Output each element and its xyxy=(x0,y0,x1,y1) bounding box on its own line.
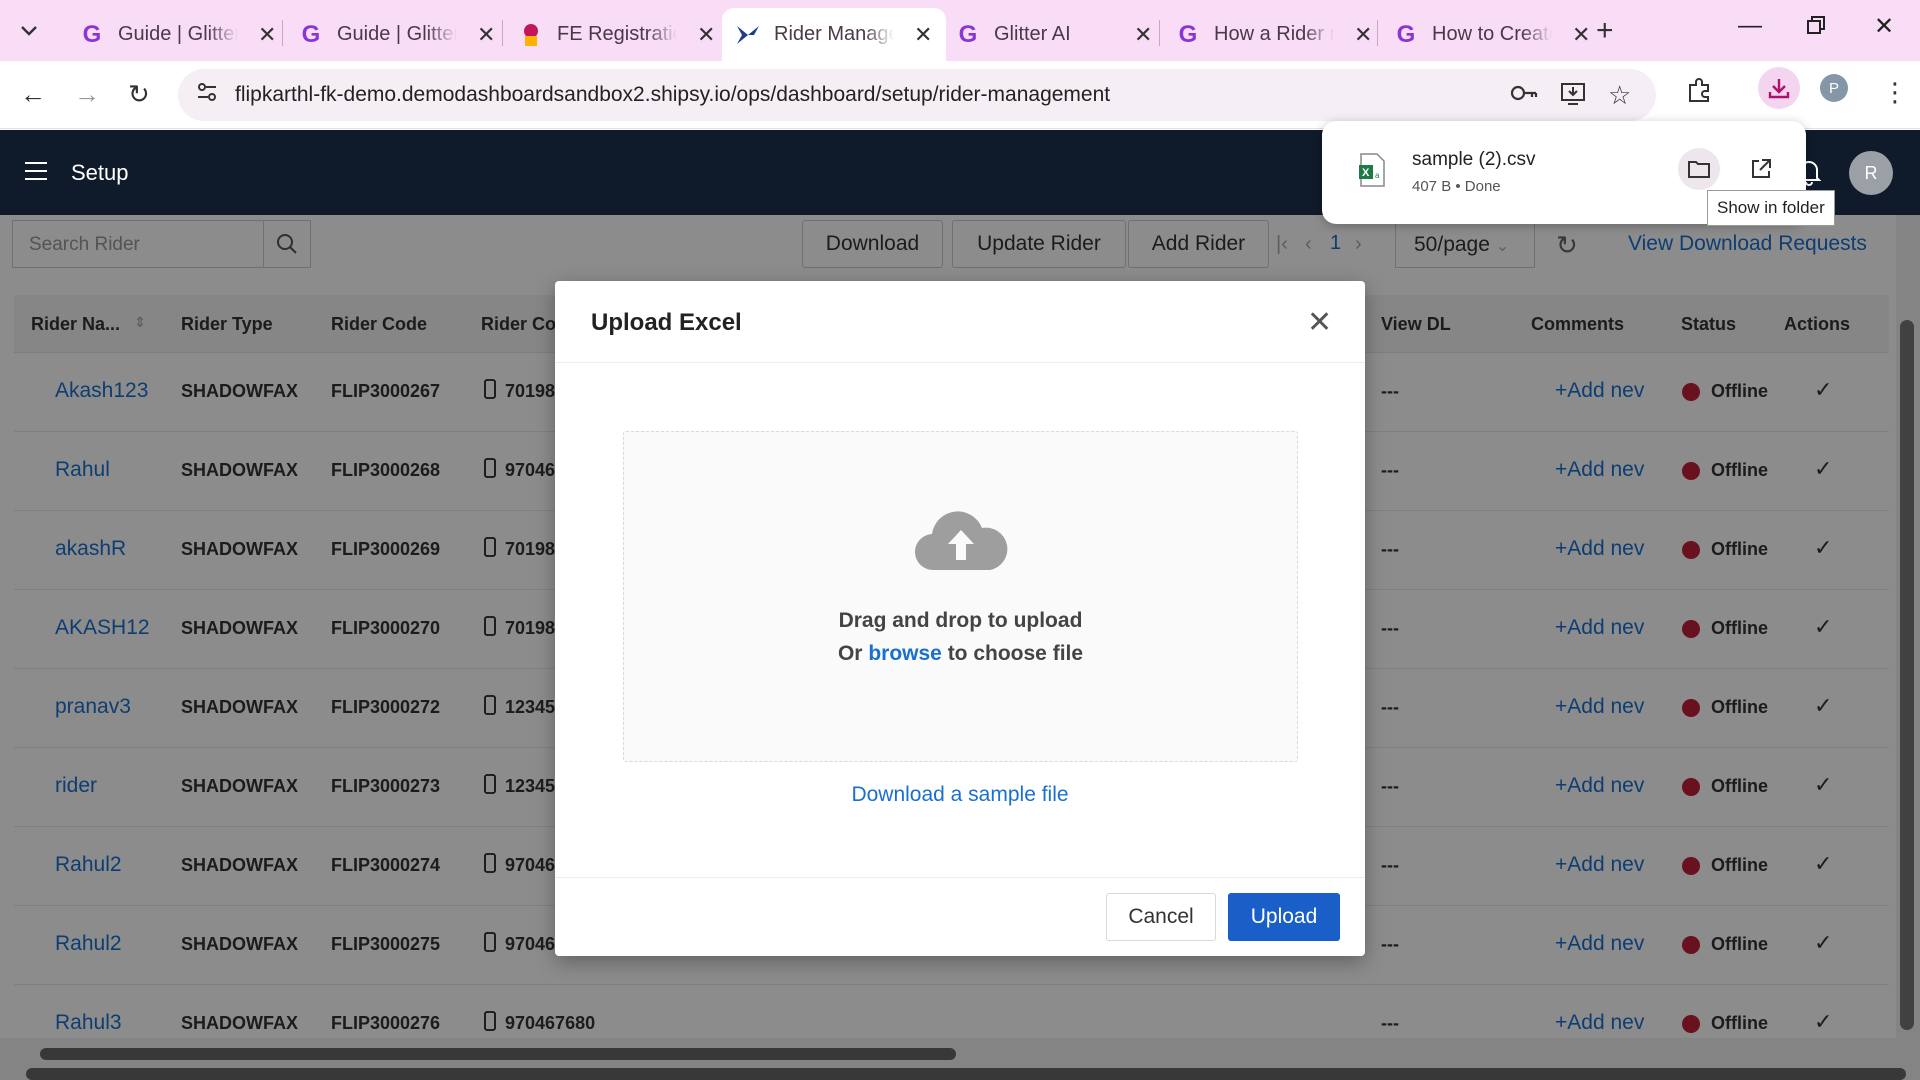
browser-tab[interactable]: FE Registration ✕ xyxy=(505,8,729,61)
extensions-puzzle-icon[interactable] xyxy=(1686,77,1712,110)
glitter-icon: G xyxy=(1178,20,1198,48)
upload-button[interactable]: Upload xyxy=(1228,893,1340,941)
tab-separator xyxy=(502,20,503,46)
browser-tab[interactable]: G Guide | Glitter ✕ xyxy=(66,8,290,61)
close-window-icon[interactable]: ✕ xyxy=(1874,12,1894,41)
reload-icon[interactable]: ↻ xyxy=(128,79,150,110)
footer-divider xyxy=(555,877,1365,878)
drag-drop-text: Drag and drop to upload xyxy=(838,609,1083,632)
hamburger-menu-icon[interactable] xyxy=(25,162,47,186)
svg-text:X: X xyxy=(1362,167,1370,179)
browser-menu-kebab-icon[interactable]: ⋮ xyxy=(1882,77,1908,108)
browse-line: Or browse to choose file xyxy=(624,642,1297,666)
tab-separator xyxy=(1159,20,1160,46)
modal-title: Upload Excel xyxy=(591,309,742,336)
show-in-folder-icon[interactable] xyxy=(1678,148,1720,190)
back-arrow-icon[interactable]: ← xyxy=(20,79,46,110)
csv-file-icon: Xa xyxy=(1358,153,1386,187)
password-key-icon[interactable] xyxy=(1510,82,1538,110)
or-text: Or xyxy=(837,642,863,665)
tab-title: Rider Manage xyxy=(774,23,894,45)
minimize-icon[interactable]: — xyxy=(1738,12,1762,40)
site-settings-icon[interactable] xyxy=(196,81,218,109)
browser-tab[interactable]: Rider Manage ✕ xyxy=(722,8,947,61)
cancel-button[interactable]: Cancel xyxy=(1106,893,1216,941)
open-external-icon[interactable] xyxy=(1740,148,1782,190)
tab-close-icon[interactable]: ✕ xyxy=(1572,22,1590,48)
address-bar[interactable]: flipkarthl-fk-demo.demodashboardsandbox2… xyxy=(178,69,1656,121)
page-title: Setup xyxy=(71,160,129,185)
browser-toolbar: ← → ↻ flipkarthl-fk-demo.demodashboardsa… xyxy=(0,61,1920,129)
download-sample-file-link[interactable]: Download a sample file xyxy=(555,783,1365,807)
download-filename[interactable]: sample (2).csv xyxy=(1412,149,1536,171)
profile-avatar[interactable]: P xyxy=(1820,74,1848,102)
glitter-icon: G xyxy=(958,20,978,48)
browser-tab[interactable]: G Glitter AI ✕ xyxy=(942,8,1166,61)
tab-title: FE Registration xyxy=(557,23,677,45)
tab-title: Guide | Glitter xyxy=(337,23,457,45)
forward-arrow-icon[interactable]: → xyxy=(74,79,100,110)
tab-separator xyxy=(282,20,283,46)
fe-icon xyxy=(519,23,543,47)
user-avatar[interactable]: R xyxy=(1849,151,1893,195)
downloads-icon[interactable] xyxy=(1758,67,1800,109)
install-app-icon[interactable] xyxy=(1560,82,1586,113)
upload-dropzone[interactable]: Drag and drop to upload Or browse to cho… xyxy=(623,431,1298,762)
shipsy-icon xyxy=(736,23,760,47)
close-icon[interactable]: ✕ xyxy=(1307,305,1332,340)
tab-close-icon[interactable]: ✕ xyxy=(1134,22,1152,48)
tab-title: Glitter AI xyxy=(994,23,1071,45)
tab-title: How to Create xyxy=(1432,23,1552,45)
download-meta: 407 B • Done xyxy=(1412,178,1501,195)
glitter-icon: G xyxy=(301,20,321,48)
browser-tab[interactable]: G How to Create ✕ xyxy=(1380,8,1604,61)
cloud-upload-icon xyxy=(914,506,1008,577)
glitter-icon: G xyxy=(1396,20,1416,48)
choose-file-text: to choose file xyxy=(947,642,1084,665)
tab-close-icon[interactable]: ✕ xyxy=(914,22,932,48)
tab-search-chevron-icon[interactable] xyxy=(10,12,48,50)
browser-tabstrip: G Guide | Glitter ✕ G Guide | Glitter ✕ FE Reg… xyxy=(0,0,1920,61)
tab-title: Guide | Glitter xyxy=(118,23,238,45)
upload-excel-modal: Upload Excel ✕ Drag and drop to upload O… xyxy=(555,281,1365,956)
show-in-folder-tooltip: Show in folder xyxy=(1707,190,1835,226)
tab-close-icon[interactable]: ✕ xyxy=(697,22,715,48)
url-text[interactable]: flipkarthl-fk-demo.demodashboardsandbox2… xyxy=(235,83,1110,107)
tab-title: How a Rider r xyxy=(1214,23,1334,45)
browser-tab[interactable]: G How a Rider r ✕ xyxy=(1162,8,1386,61)
browser-tab[interactable]: G Guide | Glitter ✕ xyxy=(285,8,509,61)
bookmark-star-icon[interactable]: ☆ xyxy=(1608,80,1631,111)
tab-close-icon[interactable]: ✕ xyxy=(258,22,276,48)
new-tab-plus-icon[interactable]: + xyxy=(1596,14,1614,48)
tab-close-icon[interactable]: ✕ xyxy=(477,22,495,48)
tab-close-icon[interactable]: ✕ xyxy=(1354,22,1372,48)
browse-link[interactable]: browse xyxy=(868,642,942,665)
restore-window-icon[interactable] xyxy=(1806,14,1826,42)
glitter-icon: G xyxy=(82,20,102,48)
header-divider xyxy=(555,362,1365,363)
svg-text:a: a xyxy=(1375,171,1380,180)
tab-separator xyxy=(1377,20,1378,46)
